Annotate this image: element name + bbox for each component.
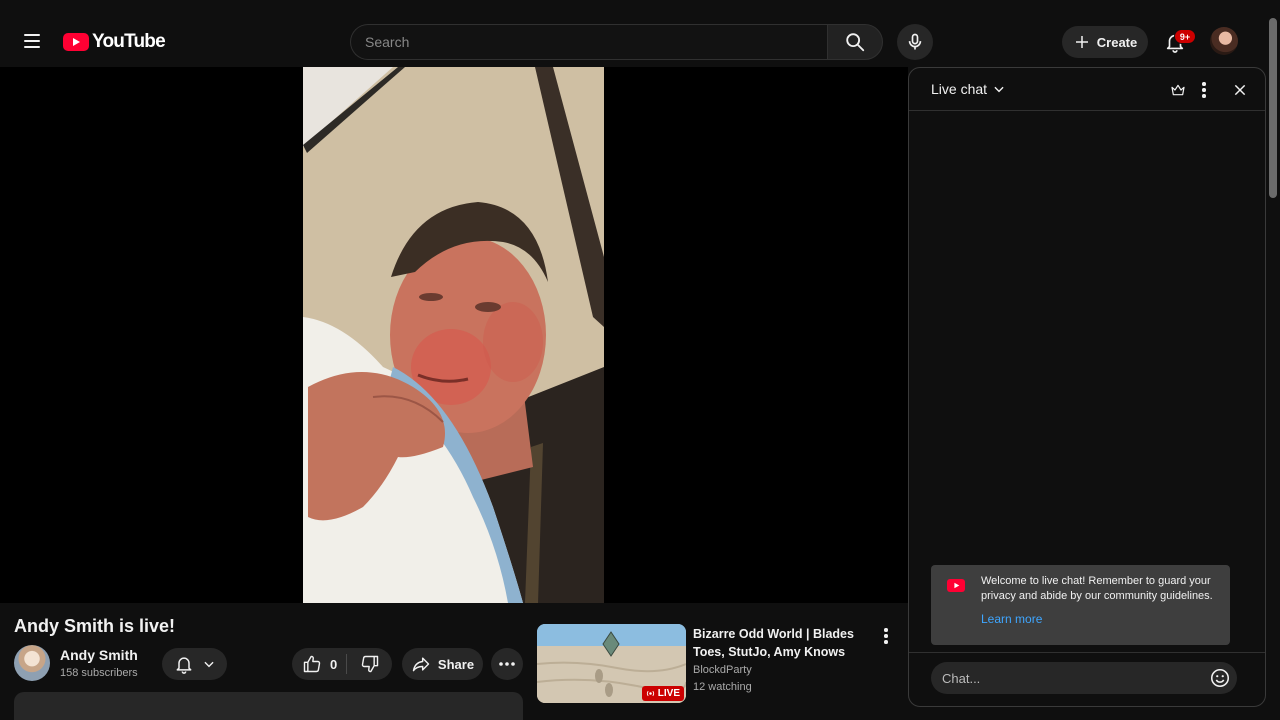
thumbs-up-icon — [303, 655, 321, 673]
menu-icon[interactable] — [16, 25, 48, 57]
like-dislike-group: 0 — [292, 648, 392, 680]
channel-name[interactable]: Andy Smith — [60, 647, 138, 663]
related-menu-icon[interactable] — [877, 626, 895, 646]
chat-header: Live chat — [909, 68, 1265, 111]
subscribe-notifications-button[interactable] — [162, 648, 227, 680]
live-badge-label: LIVE — [657, 688, 680, 699]
channel-avatar[interactable] — [14, 645, 50, 681]
create-label: Create — [1096, 34, 1138, 50]
related-title[interactable]: Bizarre Odd World | Blades Toes, StutJo,… — [693, 625, 873, 661]
welcome-text: Welcome to live chat! Remember to guard … — [981, 575, 1213, 602]
masthead: YouTube Create 9+ — [0, 0, 1266, 67]
share-button[interactable]: Share — [402, 648, 483, 680]
more-horizontal-icon — [499, 662, 515, 666]
video-title: Andy Smith is live! — [14, 616, 176, 636]
related-channel[interactable]: BlockdParty — [693, 664, 752, 676]
like-count: 0 — [330, 656, 338, 672]
bell-icon — [176, 657, 191, 674]
create-button[interactable]: Create — [1062, 26, 1148, 58]
search-input[interactable] — [350, 24, 827, 60]
related-thumbnail[interactable]: LIVE — [537, 624, 686, 703]
logo-text: YouTube — [92, 31, 166, 52]
crown-icon[interactable] — [1167, 79, 1189, 101]
description-box[interactable] — [14, 692, 523, 720]
chat-more-icon[interactable] — [1193, 79, 1215, 101]
chat-welcome-message: Welcome to live chat! Remember to guard … — [931, 565, 1230, 645]
chat-input[interactable] — [931, 662, 1237, 694]
chat-mode-dropdown[interactable]: Live chat — [931, 81, 1006, 97]
youtube-play-icon — [63, 33, 89, 51]
scrollbar-thumb[interactable] — [1269, 18, 1277, 198]
related-video[interactable]: LIVE Bizarre Odd World | Blades Toes, St… — [537, 624, 899, 704]
chevron-down-icon — [994, 86, 1004, 93]
plus-icon — [1075, 36, 1088, 48]
close-icon[interactable] — [1229, 79, 1251, 101]
live-broadcast-icon — [646, 690, 654, 697]
mic-icon — [908, 33, 922, 50]
page-scrollbar[interactable] — [1266, 0, 1280, 720]
search-icon — [846, 33, 865, 52]
chat-footer — [909, 652, 1265, 706]
share-icon — [412, 657, 430, 672]
learn-more-link[interactable]: Learn more — [981, 612, 1042, 626]
account-avatar[interactable] — [1210, 27, 1238, 55]
dislike-button[interactable] — [347, 648, 392, 680]
related-watching-count: 12 watching — [693, 681, 752, 693]
youtube-logo[interactable]: YouTube — [63, 30, 166, 54]
search-button[interactable] — [827, 24, 883, 60]
video-still — [303, 67, 604, 603]
live-chat-panel: Live chat Welcome to live chat! Remember… — [908, 67, 1266, 707]
like-button[interactable]: 0 — [292, 648, 346, 680]
subscriber-count: 158 subscribers — [60, 667, 138, 679]
video-player[interactable] — [0, 67, 908, 603]
video-frame — [303, 67, 604, 603]
chevron-down-icon — [203, 661, 214, 668]
youtube-play-icon — [947, 579, 965, 592]
share-label: Share — [437, 656, 475, 672]
emoji-icon[interactable] — [1209, 667, 1231, 689]
thumbs-down-icon — [361, 655, 378, 673]
more-actions-button[interactable] — [491, 648, 523, 680]
chat-title: Live chat — [931, 81, 988, 97]
voice-search-button[interactable] — [897, 24, 933, 60]
notification-badge: 9+ — [1174, 29, 1196, 44]
search-bar — [350, 24, 883, 60]
live-badge: LIVE — [641, 686, 684, 701]
